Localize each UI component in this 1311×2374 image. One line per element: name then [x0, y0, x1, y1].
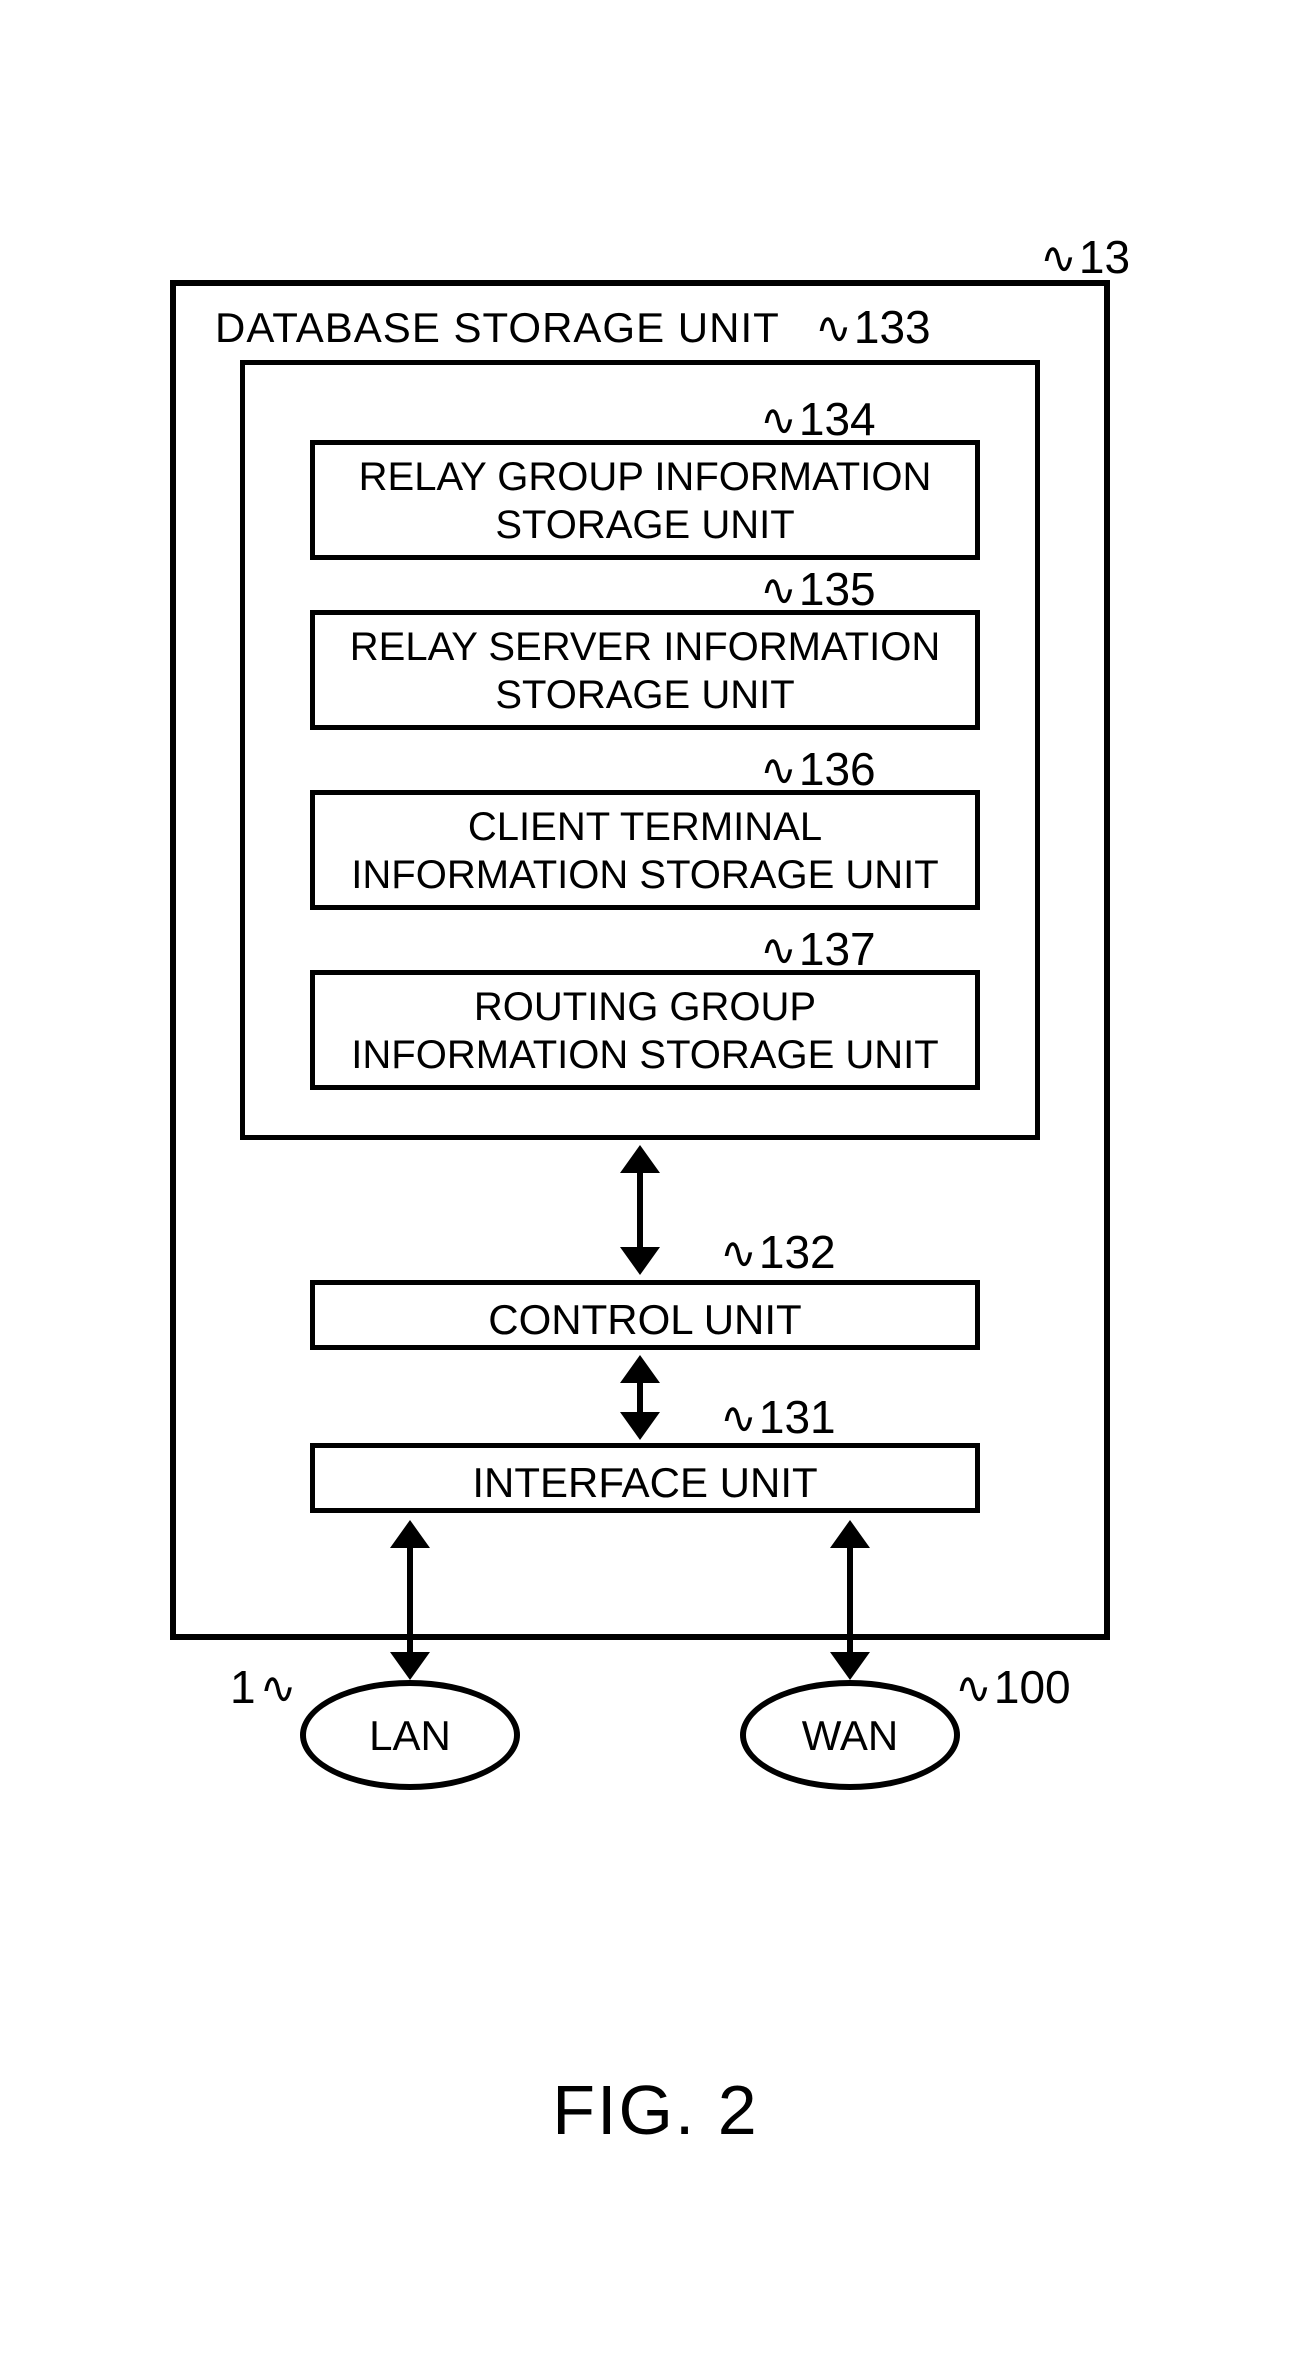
arrow-db-to-control — [620, 1145, 660, 1275]
ref-136: ∿136 — [760, 742, 876, 796]
interface-unit-label: INTERFACE UNIT — [472, 1459, 817, 1506]
arrow-interface-to-lan — [390, 1520, 430, 1680]
ref-137-text: 137 — [799, 923, 876, 975]
lan-label: LAN — [369, 1712, 451, 1759]
ref-1-text: 1 — [230, 1661, 256, 1713]
ref-136-text: 136 — [799, 743, 876, 795]
client-terminal-info-storage-unit: CLIENT TERMINAL INFORMATION STORAGE UNIT — [310, 790, 980, 910]
u137-line2: INFORMATION STORAGE UNIT — [351, 1033, 938, 1077]
ref-1: 1∿ — [230, 1660, 298, 1714]
control-unit: CONTROL UNIT — [310, 1280, 980, 1350]
u134-line1: RELAY GROUP INFORMATION — [359, 455, 932, 499]
u137-line1: ROUTING GROUP — [474, 985, 816, 1029]
arrow-control-to-interface — [620, 1355, 660, 1440]
ref-133-text: 133 — [854, 301, 931, 353]
ref-13: ∿13 — [1040, 230, 1130, 284]
ref-13-text: 13 — [1079, 231, 1130, 283]
routing-group-info-storage-unit: ROUTING GROUP INFORMATION STORAGE UNIT — [310, 970, 980, 1090]
u134-line2: STORAGE UNIT — [495, 503, 794, 547]
ref-135-text: 135 — [799, 563, 876, 615]
u136-line1: CLIENT TERMINAL — [468, 805, 822, 849]
u135-line1: RELAY SERVER INFORMATION — [350, 625, 941, 669]
lan-node: LAN — [300, 1680, 520, 1790]
relay-group-info-storage-unit: RELAY GROUP INFORMATION STORAGE UNIT — [310, 440, 980, 560]
ref-133: ∿133 — [815, 300, 931, 354]
ref-100: ∿100 — [955, 1660, 1071, 1714]
relay-server-info-storage-unit: RELAY SERVER INFORMATION STORAGE UNIT — [310, 610, 980, 730]
ref-132-text: 132 — [759, 1226, 836, 1278]
u136-line2: INFORMATION STORAGE UNIT — [351, 853, 938, 897]
ref-132: ∿132 — [720, 1225, 836, 1279]
database-storage-unit-label: DATABASE STORAGE UNIT — [215, 304, 780, 352]
arrow-interface-to-wan — [830, 1520, 870, 1680]
control-unit-label: CONTROL UNIT — [488, 1296, 801, 1343]
ref-134: ∿134 — [760, 392, 876, 446]
u135-line2: STORAGE UNIT — [495, 673, 794, 717]
ref-100-text: 100 — [994, 1661, 1071, 1713]
wan-label: WAN — [802, 1712, 898, 1759]
ref-135: ∿135 — [760, 562, 876, 616]
diagram-canvas: ∿13 DATABASE STORAGE UNIT ∿133 ∿134 RELA… — [0, 0, 1311, 2374]
ref-131: ∿131 — [720, 1390, 836, 1444]
ref-134-text: 134 — [799, 393, 876, 445]
ref-137: ∿137 — [760, 922, 876, 976]
interface-unit: INTERFACE UNIT — [310, 1443, 980, 1513]
ref-131-text: 131 — [759, 1391, 836, 1443]
wan-node: WAN — [740, 1680, 960, 1790]
figure-caption: FIG. 2 — [0, 2070, 1311, 2150]
